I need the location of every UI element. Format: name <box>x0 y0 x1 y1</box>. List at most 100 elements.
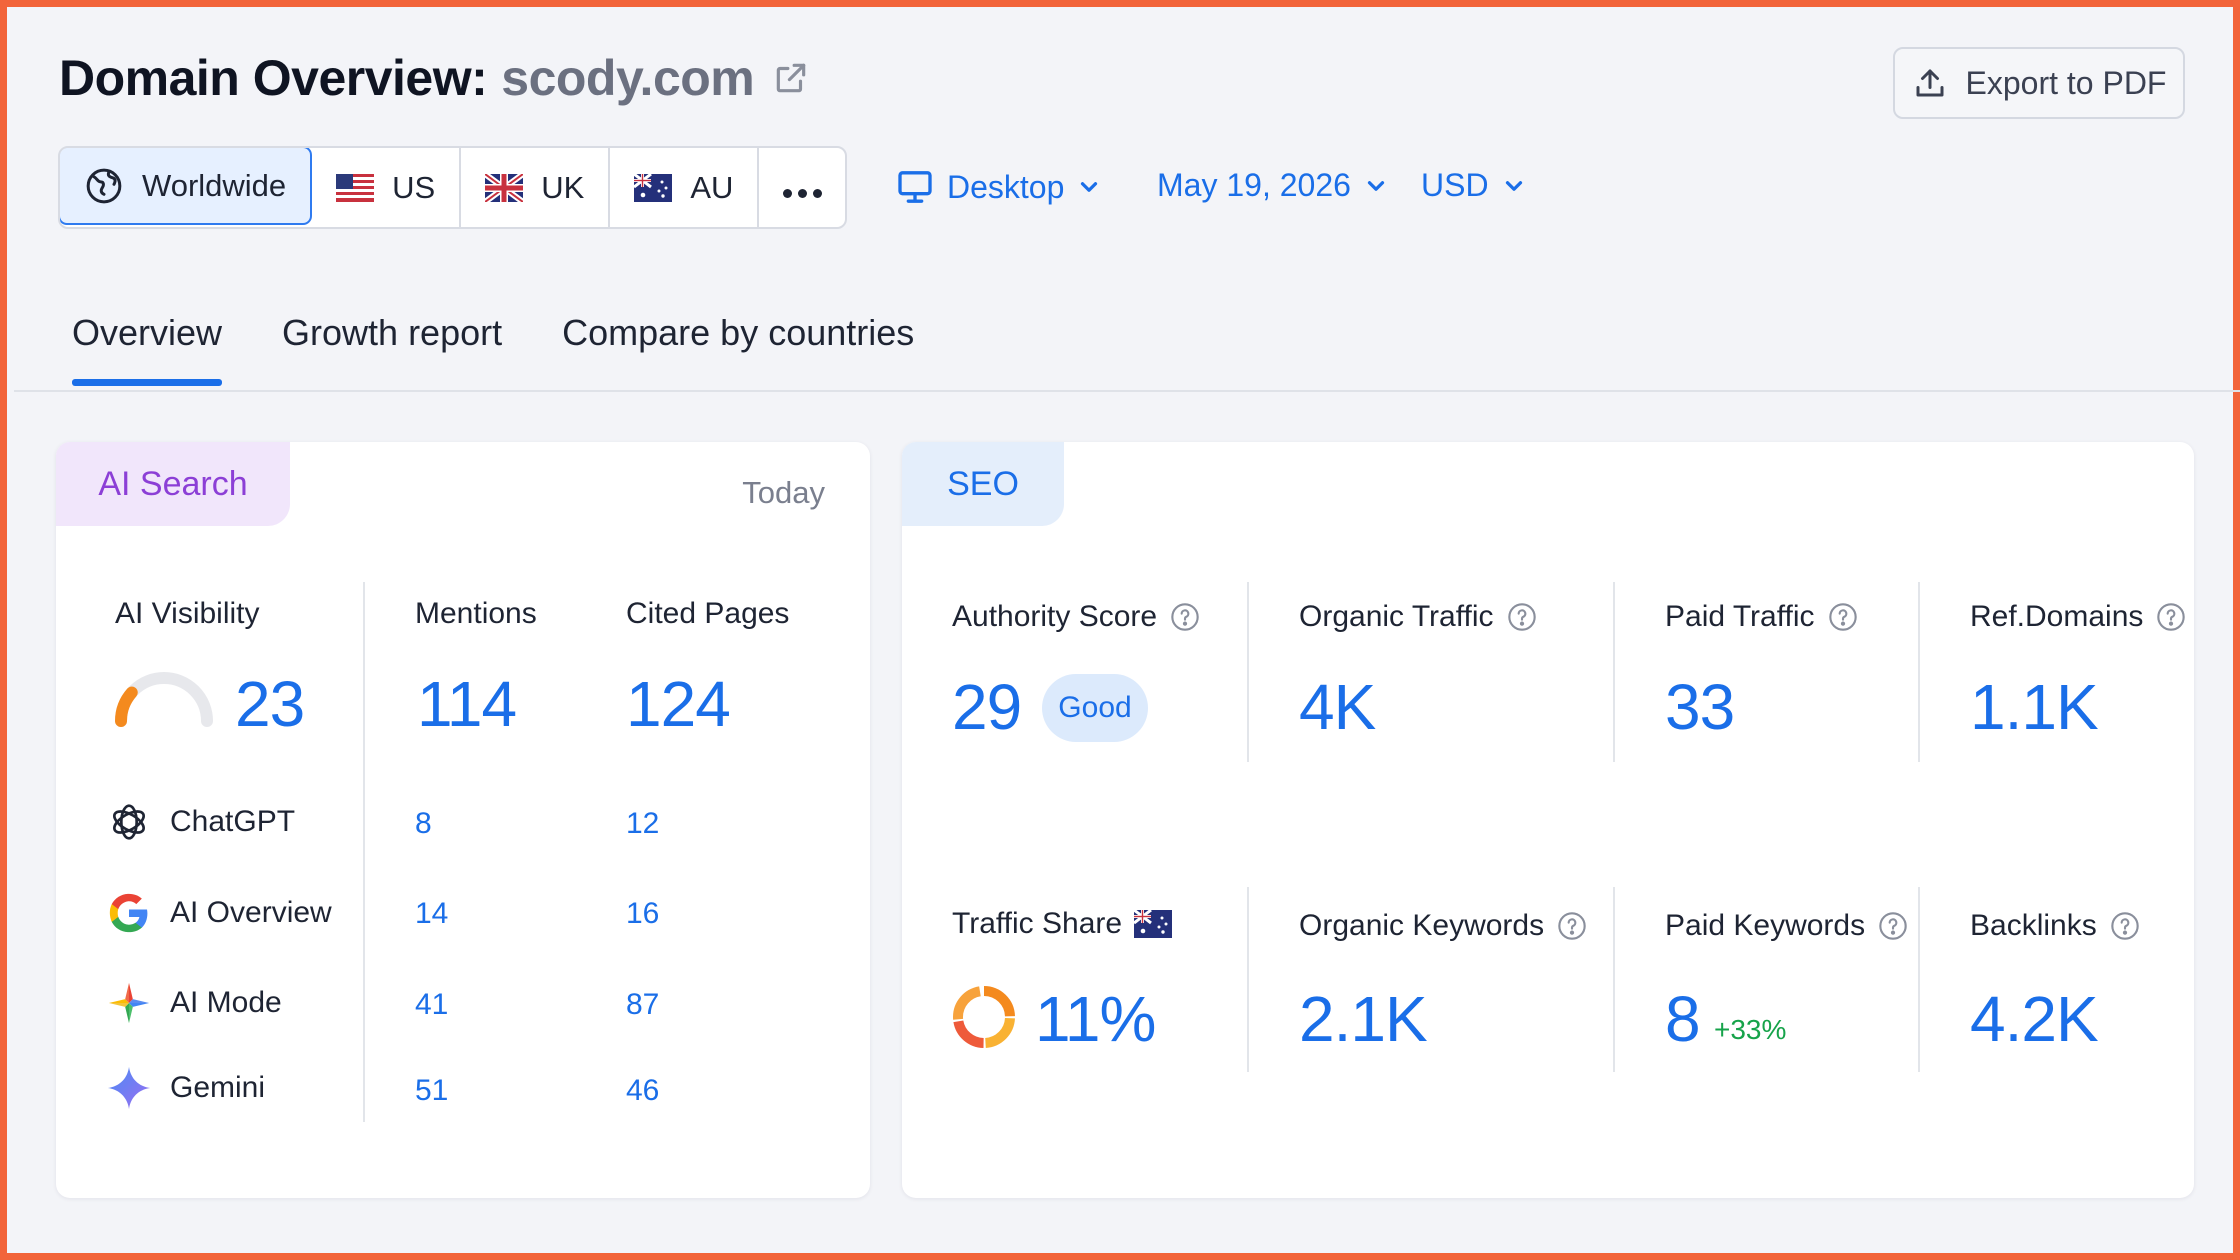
organic-keywords-label: Organic Keywords <box>1299 909 1588 943</box>
engine-mentions[interactable]: 51 <box>415 1074 448 1108</box>
ai-visibility-label: AI Visibility <box>115 597 260 630</box>
engine-cited[interactable]: 87 <box>626 988 659 1022</box>
mentions-label: Mentions <box>415 597 537 630</box>
help-icon[interactable] <box>1827 601 1859 633</box>
chatgpt-icon <box>113 804 145 840</box>
metric-label-text: Paid Traffic <box>1665 600 1815 633</box>
metric-label-text: Backlinks <box>1970 909 2097 942</box>
ai-visibility-value: 23 <box>235 668 305 740</box>
column-divider <box>1247 887 1249 1072</box>
tab-bar: Overview Growth report Compare by countr… <box>72 312 914 386</box>
engine-mentions[interactable]: 14 <box>415 897 448 931</box>
metric-label-text: Ref.Domains <box>1970 600 2144 633</box>
paid-keywords-delta: +33% <box>1714 1014 1787 1045</box>
engine-mentions[interactable]: 8 <box>415 807 432 841</box>
help-icon[interactable] <box>1169 601 1201 633</box>
backlinks-label: Backlinks <box>1970 909 2141 943</box>
cited-pages-value[interactable]: 124 <box>626 667 731 741</box>
help-icon[interactable] <box>1877 910 1909 942</box>
engine-row-ai-mode: AI Mode <box>106 980 282 1026</box>
engine-cited[interactable]: 12 <box>626 807 659 841</box>
engine-cited[interactable]: 46 <box>626 1074 659 1108</box>
date-selector[interactable]: May 19, 2026 <box>1157 167 1389 204</box>
seo-chip: SEO <box>902 442 1064 526</box>
region-label: UK <box>541 169 585 205</box>
region-worldwide[interactable]: Worldwide <box>60 148 313 225</box>
chevron-down-icon <box>1081 182 1098 192</box>
ref-domains-label: Ref.Domains <box>1970 600 2187 634</box>
metric-label-text: Authority Score <box>952 600 1158 633</box>
column-divider <box>1918 582 1920 762</box>
page-title: Domain Overview: <box>59 50 488 106</box>
currency-label: USD <box>1421 167 1489 203</box>
region-uk[interactable]: UK <box>461 148 611 227</box>
engine-row-gemini: Gemini <box>106 1065 265 1111</box>
export-pdf-button[interactable]: Export to PDF <box>1893 47 2185 119</box>
page-title-row: Domain Overview: scody.com <box>59 49 810 107</box>
metric-label-text: Traffic Share <box>952 907 1123 940</box>
more-regions-button[interactable] <box>759 148 845 227</box>
paid-keywords-label: Paid Keywords <box>1665 909 1909 943</box>
external-link-icon[interactable] <box>772 59 810 97</box>
engine-name: Gemini <box>170 1071 266 1104</box>
gauge-track <box>115 672 213 727</box>
domain-name[interactable]: scody.com <box>501 49 755 107</box>
au-flag-icon <box>1134 910 1173 938</box>
organic-traffic-label: Organic Traffic <box>1299 600 1538 634</box>
currency-selector[interactable]: USD <box>1421 167 1527 204</box>
column-divider <box>1918 887 1920 1072</box>
help-icon[interactable] <box>1506 601 1538 633</box>
gauge-fill <box>115 686 138 727</box>
column-divider <box>363 582 365 1122</box>
help-icon[interactable] <box>2109 910 2141 942</box>
mentions-value[interactable]: 114 <box>417 667 517 741</box>
tab-compare-by-countries[interactable]: Compare by countries <box>562 312 914 384</box>
engine-name: AI Mode <box>170 986 282 1019</box>
metric-label-text: Organic Traffic <box>1299 600 1494 633</box>
uk-flag-icon <box>485 173 524 202</box>
ai-search-chip: AI Search <box>56 442 290 526</box>
period-label: Today <box>742 475 825 510</box>
paid-traffic-value[interactable]: 33 <box>1665 670 1735 744</box>
traffic-share-label: Traffic Share <box>952 907 1173 941</box>
region-label: US <box>392 169 436 205</box>
more-icon <box>780 170 825 206</box>
engine-cited[interactable]: 16 <box>626 897 659 931</box>
help-icon[interactable] <box>2155 601 2187 633</box>
seo-card: SEO Authority Score 29 Good Organic Traf… <box>902 442 2194 1198</box>
header: Domain Overview: scody.com Export to PDF… <box>7 7 2233 392</box>
au-flag-icon <box>634 173 673 202</box>
desktop-icon <box>898 171 932 203</box>
metric-label-text: Paid Keywords <box>1665 909 1866 942</box>
region-label: Worldwide <box>142 167 287 203</box>
traffic-share-value[interactable]: 11% <box>1035 982 1156 1056</box>
tab-growth-report[interactable]: Growth report <box>282 312 502 384</box>
traffic-share-donut <box>953 986 1015 1048</box>
authority-score-value[interactable]: 29 <box>952 670 1022 744</box>
ref-domains-value[interactable]: 1.1K <box>1970 670 2099 744</box>
tab-divider <box>14 390 2240 392</box>
engine-name: ChatGPT <box>170 805 296 838</box>
column-divider <box>1247 582 1249 762</box>
region-us[interactable]: US <box>312 148 462 227</box>
region-label: AU <box>690 169 734 205</box>
tab-overview[interactable]: Overview <box>72 312 223 386</box>
ai-search-card: AI Search Today AI Visibility 23 Mention… <box>56 442 870 1198</box>
organic-traffic-value[interactable]: 4K <box>1299 670 1376 744</box>
authority-score-label: Authority Score <box>952 600 1201 634</box>
help-icon[interactable] <box>1556 910 1588 942</box>
export-label: Export to PDF <box>1965 64 2167 101</box>
cited-pages-label: Cited Pages <box>626 597 790 630</box>
engine-mentions[interactable]: 41 <box>415 988 448 1022</box>
paid-keywords-value[interactable]: 8 <box>1665 982 1701 1056</box>
device-selector[interactable]: Desktop <box>895 167 1102 207</box>
engine-row-ai-overview: AI Overview <box>106 890 332 936</box>
organic-keywords-value[interactable]: 2.1K <box>1299 982 1428 1056</box>
region-au[interactable]: AU <box>610 148 760 227</box>
column-divider <box>1613 582 1615 762</box>
backlinks-value[interactable]: 4.2K <box>1970 982 2099 1056</box>
engine-name: AI Overview <box>170 896 332 929</box>
date-label: May 19, 2026 <box>1157 167 1351 203</box>
globe-icon <box>86 168 122 203</box>
region-selector: Worldwide US UK AU <box>58 146 848 229</box>
